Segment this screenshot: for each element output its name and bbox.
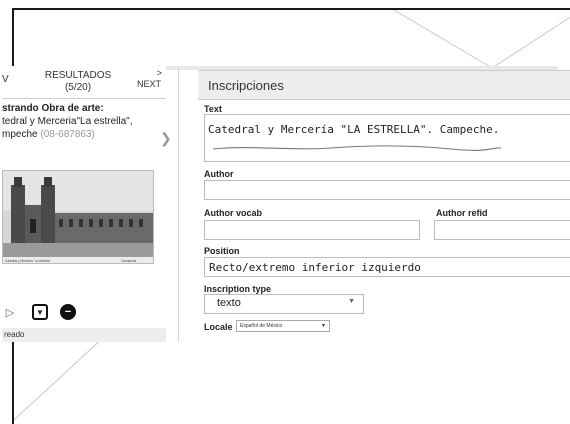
record-place: mpeche <box>2 129 38 140</box>
author-refid-field[interactable] <box>434 220 570 240</box>
thumbnail-caption-right: Campeche <box>121 259 137 263</box>
locale-select[interactable]: Español de México ▼ <box>236 320 330 332</box>
section-header[interactable]: Inscripciones <box>198 70 570 100</box>
text-value: Catedral y Mercería "LA ESTRELLA". Campe… <box>208 123 500 136</box>
download-icon[interactable]: ▼ <box>32 304 48 320</box>
inscription-type-label: Inscription type <box>204 284 272 294</box>
record-summary: strando Obra de arte: tedral y Merceria"… <box>2 102 166 141</box>
record-actions: ▷ ▼ − <box>2 302 166 326</box>
position-field[interactable]: Recto/extremo inferior izquierdo <box>204 257 570 277</box>
author-vocab-field[interactable] <box>204 220 420 240</box>
handwritten-underline <box>212 145 502 151</box>
inscriptions-panel: Inscripciones Text Catedral y Mercería "… <box>198 70 570 342</box>
author-field[interactable] <box>204 180 570 200</box>
inscription-type-select[interactable]: texto ▼ <box>204 294 364 314</box>
inscription-type-value: texto <box>217 297 241 309</box>
thumbnail-caption-left: Catedral y Merceria "La estrella" <box>5 259 51 263</box>
panel-divider <box>178 66 179 342</box>
results-count: (5/20) <box>64 82 92 93</box>
chevron-down-icon: ▼ <box>321 323 326 329</box>
author-vocab-label: Author vocab <box>204 208 263 218</box>
results-indicator: RESULTADOS (5/20) <box>18 70 138 94</box>
text-field[interactable]: Catedral y Mercería "LA ESTRELLA". Campe… <box>204 114 570 162</box>
remove-icon[interactable]: − <box>60 304 76 320</box>
chevron-down-icon: ▼ <box>348 298 355 305</box>
prev-button[interactable]: V <box>2 74 9 85</box>
author-refid-label: Author refid <box>436 208 488 218</box>
locale-value: Español de México <box>240 323 283 329</box>
results-label: RESULTADOS <box>44 70 112 81</box>
nav-divider <box>2 98 166 99</box>
showing-label: strando Obra de arte: <box>2 103 104 114</box>
record-id: (08-687863) <box>40 129 95 140</box>
play-icon[interactable]: ▷ <box>2 304 18 320</box>
cathedral-photo: Catedral y Merceria "La estrella" Campec… <box>3 171 153 263</box>
status-bar: reado <box>2 328 166 342</box>
next-button[interactable]: > NEXT <box>134 68 164 90</box>
artwork-thumbnail[interactable]: Catedral y Merceria "La estrella" Campec… <box>2 170 154 264</box>
position-label: Position <box>204 246 240 256</box>
status-text: reado <box>4 330 25 339</box>
locale-label: Locale <box>204 322 233 332</box>
text-label: Text <box>204 104 222 114</box>
results-panel: V RESULTADOS (5/20) > NEXT strando Obra … <box>2 66 166 342</box>
position-value: Recto/extremo inferior izquierdo <box>209 261 421 274</box>
record-title: tedral y Merceria"La estrella", <box>2 116 133 127</box>
author-label: Author <box>204 169 234 179</box>
next-arrow-icon: > <box>156 68 162 78</box>
section-title: Inscripciones <box>208 78 284 93</box>
next-label: NEXT <box>136 79 161 89</box>
chevron-right-icon[interactable]: ❯ <box>160 130 172 147</box>
results-navigation: V RESULTADOS (5/20) > NEXT <box>2 66 166 100</box>
